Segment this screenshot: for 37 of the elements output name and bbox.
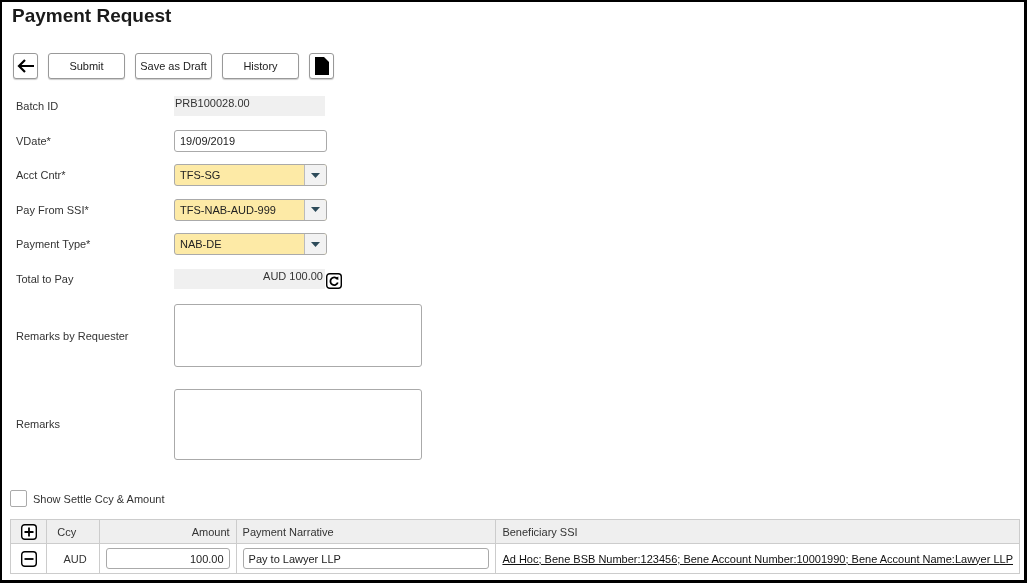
toolbar-button[interactable]: Save as Draft: [135, 53, 212, 79]
caret-icon: [311, 207, 320, 213]
add-icon[interactable]: [20, 523, 37, 540]
field-label: Acct Cntr*: [16, 169, 67, 182]
dropdown-field[interactable]: NAB-DE: [174, 233, 327, 256]
table-cell: AUD: [63, 552, 87, 565]
column-header: Beneficiary SSI: [502, 525, 578, 538]
field-label: Remarks by Requester: [16, 329, 130, 342]
document-button[interactable]: [309, 53, 334, 79]
toolbar-button[interactable]: History: [222, 53, 299, 79]
document-icon: [314, 57, 329, 75]
date-field[interactable]: 19/09/2019: [174, 129, 327, 152]
field-label: Total to Pay: [16, 272, 75, 285]
field-label: Pay From SSI*: [16, 203, 90, 216]
remove-icon[interactable]: [20, 550, 37, 567]
toolbar-button[interactable]: Submit: [48, 53, 125, 79]
amount-field[interactable]: 100.00: [105, 548, 230, 569]
caret-icon: [311, 172, 320, 178]
back-button[interactable]: [13, 53, 38, 79]
checkbox-label: Show Settle Ccy & Amount: [33, 492, 165, 505]
field-label: Batch ID: [16, 100, 60, 113]
left-arrow-icon: [16, 59, 35, 73]
dropdown-field[interactable]: TFS-SG: [174, 164, 327, 187]
readonly-field: PRB100028.00: [174, 96, 325, 117]
total-field: AUD 100.00: [174, 268, 325, 289]
column-header: Payment Narrative: [242, 525, 334, 538]
refresh-icon[interactable]: [326, 272, 342, 289]
column-header: Amount: [191, 525, 230, 538]
field-label: Remarks: [16, 418, 61, 430]
page-title: Payment Request: [12, 5, 173, 28]
caret-icon: [311, 241, 320, 247]
field-label: Payment Type*: [16, 238, 92, 251]
checkbox[interactable]: [10, 490, 27, 507]
column-header: Ccy: [57, 525, 77, 538]
field-label: VDate*: [16, 134, 52, 147]
narrative-field[interactable]: Pay to Lawyer LLP: [242, 548, 490, 569]
dropdown-field[interactable]: TFS-NAB-AUD-999: [174, 198, 327, 221]
